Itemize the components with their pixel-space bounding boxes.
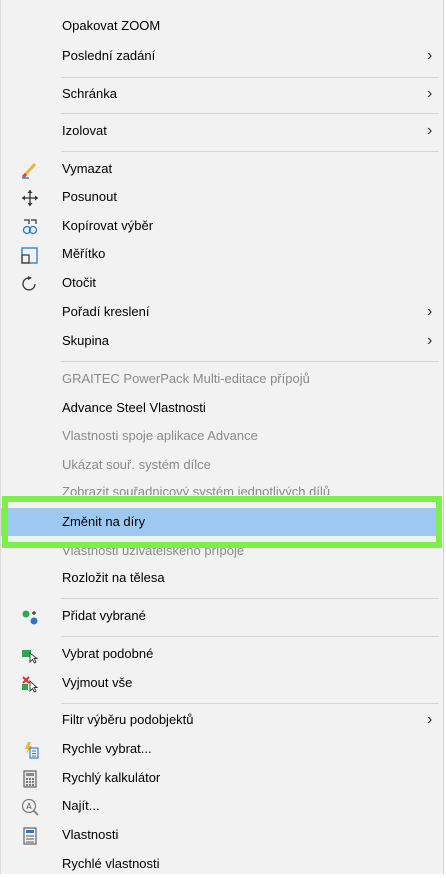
menu-item-label: Posunout xyxy=(62,189,117,204)
menu-item-rotate[interactable]: Otočit xyxy=(1,269,441,297)
menu-separator xyxy=(61,703,439,704)
menu-item-show-part-ucs[interactable]: Ukázat souř. systém dílce xyxy=(1,451,441,479)
menu-item-label: Najít... xyxy=(62,798,100,813)
menu-item-label: Vlastnosti spoje aplikace Advance xyxy=(62,428,258,443)
menu-item-deselect-all[interactable]: Vyjmout vše xyxy=(1,669,441,697)
menu-separator xyxy=(61,636,439,637)
menu-item-label: Měřítko xyxy=(62,246,106,261)
menu-item-label: Rychlý kalkulátor xyxy=(62,770,161,785)
menu-item-explode-to-solids[interactable]: Rozložit na tělesa xyxy=(1,564,441,592)
calculator-icon xyxy=(23,770,37,788)
menu-separator xyxy=(61,361,439,362)
menu-item-joint-properties[interactable]: Vlastnosti spoje aplikace Advance xyxy=(1,422,441,450)
menu-item-label: Kopírovat výběr xyxy=(62,218,154,233)
menu-item-isolate[interactable]: Izolovat › xyxy=(1,117,441,145)
menu-item-change-to-holes[interactable]: Změnit na díry xyxy=(1,508,441,536)
chevron-right-icon: › xyxy=(427,122,433,139)
deselect-all-icon xyxy=(22,676,39,693)
menu-item-label: Změnit na díry xyxy=(62,514,146,529)
menu-item-scale[interactable]: Měřítko xyxy=(1,240,441,268)
menu-item-label: Rozložit na tělesa xyxy=(62,570,165,585)
menu-item-label: Poslední zadání xyxy=(62,48,156,63)
menu-item-label: Rychle vybrat... xyxy=(62,741,152,756)
svg-text:A: A xyxy=(26,802,32,811)
menu-item-advance-steel-properties[interactable]: Advance Steel Vlastnosti xyxy=(1,394,441,422)
menu-item-label: Vlastnosti xyxy=(62,827,119,842)
menu-separator xyxy=(61,151,439,152)
menu-item-label: GRAITEC PowerPack Multi-editace přípojů xyxy=(62,371,310,386)
find-icon: A xyxy=(21,798,39,816)
menu-item-quick-select[interactable]: Rychle vybrat... xyxy=(1,735,441,763)
chevron-right-icon: › xyxy=(427,711,433,728)
menu-item-label: Vybrat podobné xyxy=(62,646,154,661)
eraser-icon xyxy=(21,162,37,179)
menu-item-select-similar[interactable]: Vybrat podobné xyxy=(1,640,441,668)
menu-item-label: Advance Steel Vlastnosti xyxy=(62,400,206,415)
menu-item-repeat-zoom[interactable]: Opakovat ZOOM xyxy=(1,12,441,40)
menu-item-graitec-powerpack[interactable]: GRAITEC PowerPack Multi-editace přípojů xyxy=(1,365,441,393)
quick-select-icon xyxy=(25,742,39,759)
chevron-right-icon: › xyxy=(427,47,433,64)
menu-item-subobject-filter[interactable]: Filtr výběru podobjektů › xyxy=(1,706,441,734)
select-similar-icon xyxy=(22,650,39,664)
menu-item-find[interactable]: A Najít... xyxy=(1,792,441,820)
menu-item-label: Vlastnosti uživatelského přípoje xyxy=(62,548,245,558)
menu-item-label: Schránka xyxy=(62,86,117,101)
move-icon xyxy=(22,190,38,206)
menu-item-draw-order[interactable]: Pořadí kreslení › xyxy=(1,298,441,326)
menu-item-label: Otočit xyxy=(62,275,96,290)
chevron-right-icon: › xyxy=(427,332,433,349)
menu-item-label: Zobrazit souřadnicový systém jednotlivýc… xyxy=(62,484,331,495)
menu-separator xyxy=(61,77,439,78)
menu-item-label: Opakovat ZOOM xyxy=(62,18,161,33)
add-selected-icon xyxy=(22,610,38,625)
menu-item-label: Vyjmout vše xyxy=(62,675,133,690)
menu-item-show-parts-ucs[interactable]: Zobrazit souřadnicový systém jednotlivýc… xyxy=(1,479,441,495)
menu-item-label: Skupina xyxy=(62,333,109,348)
menu-item-group[interactable]: Skupina › xyxy=(1,327,441,355)
context-menu: Opakovat ZOOM Poslední zadání › Schránka… xyxy=(0,0,444,874)
menu-item-quick-calculator[interactable]: Rychlý kalkulátor xyxy=(1,764,441,792)
menu-item-add-selected[interactable]: Přidat vybrané xyxy=(1,602,441,630)
scale-icon xyxy=(21,247,38,264)
chevron-right-icon: › xyxy=(427,303,433,320)
copy-icon xyxy=(22,219,38,235)
menu-item-recent-input[interactable]: Poslední zadání › xyxy=(1,42,441,70)
menu-separator xyxy=(61,113,439,114)
menu-item-erase[interactable]: Vymazat xyxy=(1,155,441,183)
chevron-right-icon: › xyxy=(427,85,433,102)
menu-item-label: Přidat vybrané xyxy=(62,608,146,623)
menu-item-label: Ukázat souř. systém dílce xyxy=(62,457,211,472)
menu-item-label: Filtr výběru podobjektů xyxy=(62,712,194,727)
menu-item-clipboard[interactable]: Schránka › xyxy=(1,80,441,108)
menu-item-properties[interactable]: Vlastnosti xyxy=(1,821,441,849)
menu-separator xyxy=(61,598,439,599)
menu-item-label: Vymazat xyxy=(62,161,113,176)
menu-item-label: Izolovat xyxy=(62,123,107,138)
menu-item-user-joint-properties[interactable]: Vlastnosti uživatelského přípoje xyxy=(1,548,441,562)
rotate-icon xyxy=(22,276,36,291)
properties-icon xyxy=(23,827,37,845)
menu-item-copy-selection[interactable]: Kopírovat výběr xyxy=(1,212,441,240)
menu-item-label: Pořadí kreslení xyxy=(62,304,150,319)
menu-item-move[interactable]: Posunout xyxy=(1,183,441,211)
